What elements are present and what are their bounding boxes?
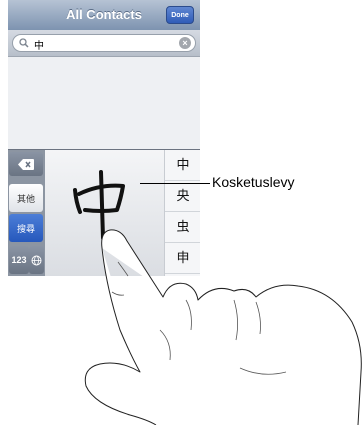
callout-line [140,183,210,184]
callout-label: Kosketuslevy [212,174,295,190]
finger-illustration [84,229,362,425]
